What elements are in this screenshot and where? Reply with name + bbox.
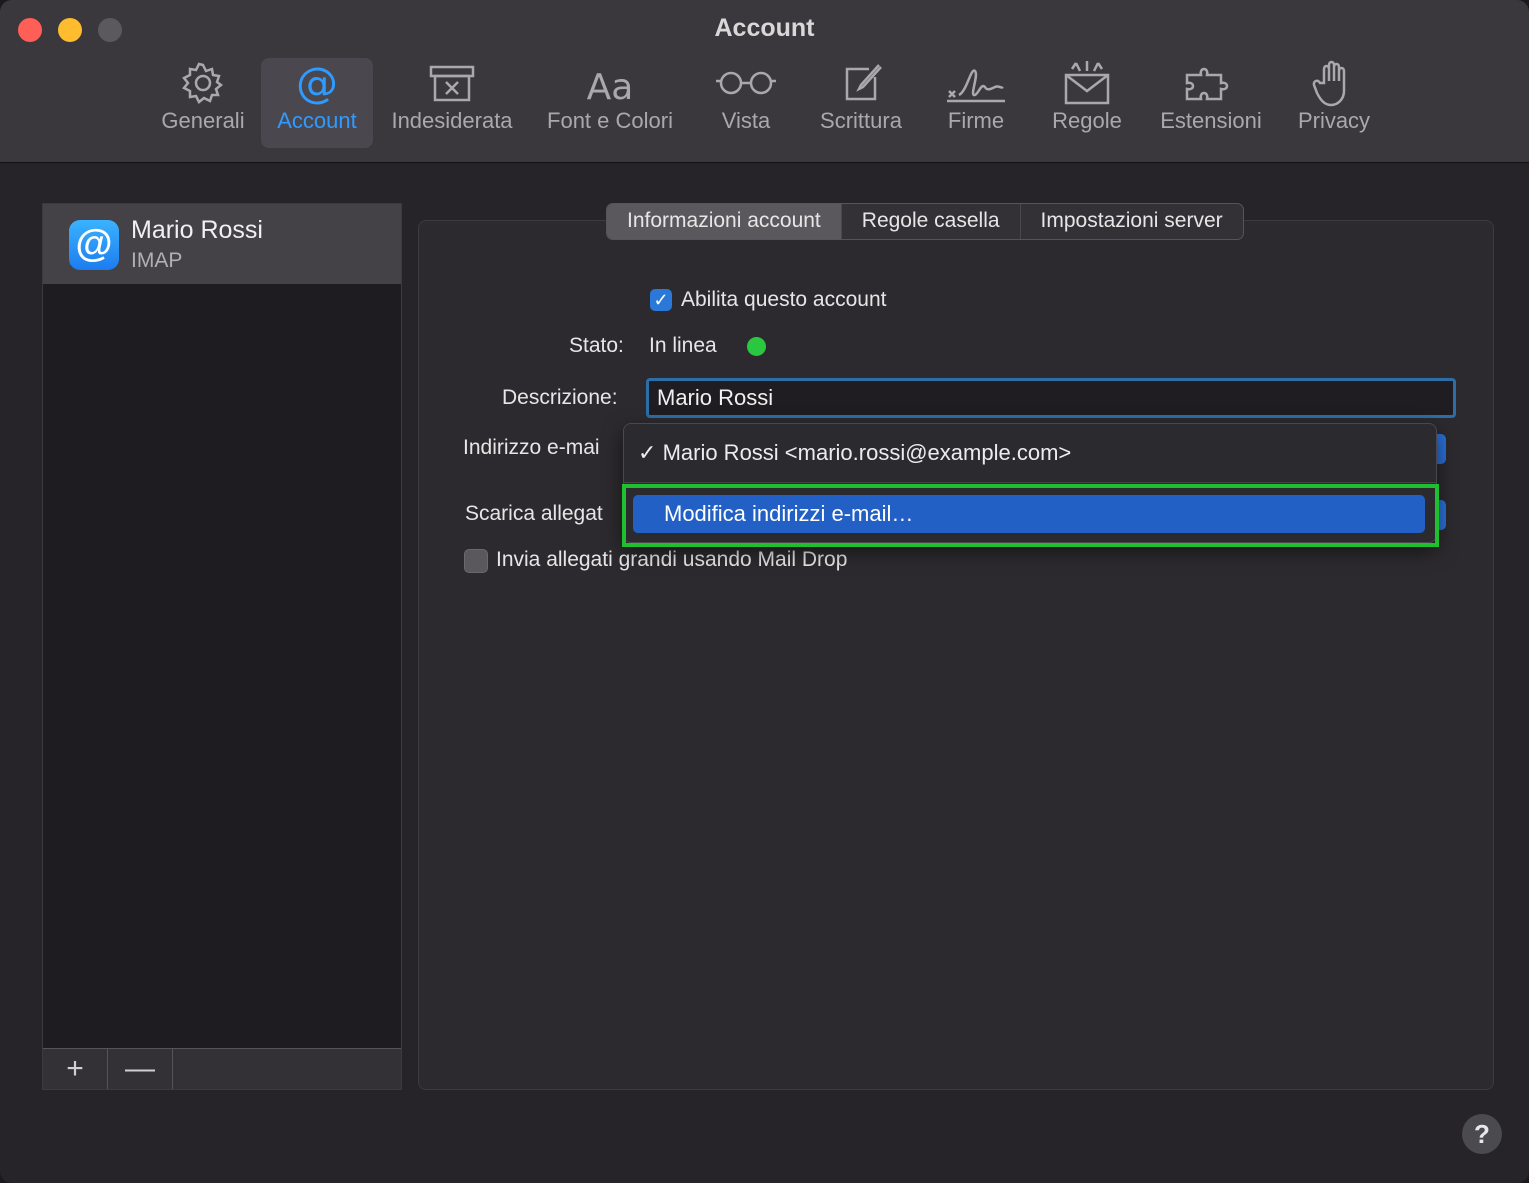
description-field[interactable]: Mario Rossi [646,378,1456,418]
account-name: Mario Rossi [131,216,263,244]
signature-icon [932,58,1020,108]
toolbar-indesiderata[interactable]: Indesiderata [382,58,522,148]
account-tabs: Informazioni account Regole casella Impo… [606,203,1244,240]
toolbar-label: Font e Colori [547,108,673,133]
tab-regole-casella[interactable]: Regole casella [842,204,1021,239]
toolbar-label: Account [277,108,357,133]
add-account-button[interactable]: + [43,1049,108,1089]
toolbar-label: Vista [721,108,771,133]
hand-icon [1286,58,1382,108]
help-button[interactable]: ? [1462,1114,1502,1154]
toolbar-scrittura[interactable]: Scrittura [806,58,916,148]
email-address-label: Indirizzo e-mai [463,436,600,459]
envelope-rules-icon [1040,58,1134,108]
account-row-mario-rossi[interactable]: @ Mario Rossi IMAP [43,204,401,284]
enable-account-label: Abilita questo account [681,288,887,311]
remove-account-button[interactable]: — [108,1049,173,1089]
toolbar-label: Regole [1052,108,1122,133]
mail-account-icon: @ [69,220,119,270]
toolbar-privacy[interactable]: Privacy [1286,58,1382,148]
tab-impostazioni-server[interactable]: Impostazioni server [1021,204,1243,239]
maildrop-checkbox[interactable] [464,549,488,573]
checkmark-icon: ✓ [638,440,657,465]
puzzle-icon [1150,58,1272,108]
toolbar-account[interactable]: @ Account [261,58,373,148]
status-value: In linea [649,334,717,357]
menu-item-label: Mario Rossi <mario.rossi@example.com> [662,440,1072,465]
toolbar-firme[interactable]: Firme [932,58,1020,148]
at-icon: @ [261,58,373,108]
font-icon: Aa [536,58,684,108]
toolbar-label: Indesiderata [391,108,513,133]
toolbar-label: Generali [161,108,245,133]
download-attachments-label: Scarica allegat [465,502,603,525]
toolbar-generali[interactable]: Generali [152,58,254,148]
status-online-indicator [747,337,766,356]
window-title: Account [714,14,815,42]
account-list-controls: + — [43,1048,401,1089]
status-label: Stato: [569,334,624,357]
svg-text:Aa: Aa [587,67,634,105]
menu-item-current-address[interactable]: ✓ Mario Rossi <mario.rossi@example.com> [638,440,1071,466]
toolbar: Account Generali @ Account Indesiderata … [0,0,1529,163]
toolbar-label: Estensioni [1160,108,1262,133]
toolbar-label: Privacy [1297,108,1371,133]
svg-text:@: @ [296,60,338,106]
preferences-window: Account Generali @ Account Indesiderata … [0,0,1529,1183]
menu-separator [624,482,1436,483]
gear-icon [152,58,254,108]
toolbar-font-colori[interactable]: Aa Font e Colori [536,58,684,148]
toolbar-estensioni[interactable]: Estensioni [1150,58,1272,148]
junk-box-icon [382,58,522,108]
toolbar-label: Scrittura [820,108,902,133]
highlight-frame [622,484,1439,547]
toolbar-vista[interactable]: Vista [700,58,792,148]
enable-account-checkbox[interactable]: ✓ [650,289,672,311]
maildrop-label: Invia allegati grandi usando Mail Drop [496,548,848,571]
tab-informazioni-account[interactable]: Informazioni account [607,204,842,239]
toolbar-label: Firme [947,108,1005,133]
glasses-icon [700,58,792,108]
account-type: IMAP [131,249,183,272]
account-list: @ Mario Rossi IMAP + — [42,203,402,1090]
description-label: Descrizione: [502,386,618,409]
toolbar-regole[interactable]: Regole [1040,58,1134,148]
compose-icon [806,58,916,108]
